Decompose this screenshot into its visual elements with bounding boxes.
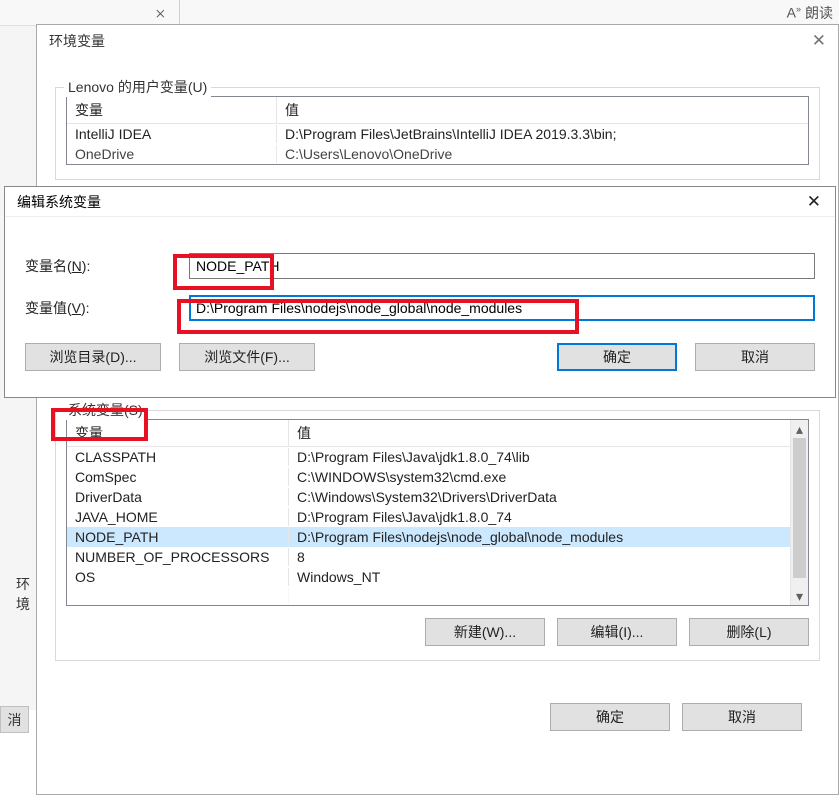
sys-edit-button[interactable]: 编辑(I)... bbox=[557, 618, 677, 646]
background-top-bar: A» 朗读 bbox=[0, 0, 839, 26]
sys-new-button[interactable]: 新建(W)... bbox=[425, 618, 545, 646]
sys-button-row: 新建(W)... 编辑(I)... 删除(L) bbox=[66, 618, 809, 646]
user-col-var[interactable]: 变量 bbox=[67, 97, 277, 123]
bg-cancel-fragment[interactable]: 消 bbox=[0, 706, 29, 733]
read-aloud-a-icon: A» bbox=[787, 4, 801, 21]
table-row[interactable]: NODE_PATHD:\Program Files\nodejs\node_gl… bbox=[67, 527, 790, 547]
table-row[interactable]: IntelliJ IDEA D:\Program Files\JetBrains… bbox=[67, 124, 808, 144]
sys-var-table[interactable]: 变量 值 CLASSPATHD:\Program Files\Java\jdk1… bbox=[66, 419, 809, 606]
sys-delete-button[interactable]: 删除(L) bbox=[689, 618, 809, 646]
scroll-track[interactable] bbox=[791, 438, 808, 587]
table-row[interactable]: CLASSPATHD:\Program Files\Java\jdk1.8.0_… bbox=[67, 447, 790, 467]
sys-table-header: 变量 值 bbox=[67, 420, 790, 447]
edit-dialog-title: 编辑系统变量 bbox=[17, 192, 101, 212]
table-row[interactable]: ComSpecC:\WINDOWS\system32\cmd.exe bbox=[67, 467, 790, 487]
env-titlebar: 环境变量 ✕ bbox=[37, 25, 838, 57]
bg-separator bbox=[179, 0, 180, 24]
user-var-table[interactable]: 变量 值 IntelliJ IDEA D:\Program Files\JetB… bbox=[66, 96, 809, 165]
env-dialog-title: 环境变量 bbox=[49, 31, 105, 51]
edit-titlebar: 编辑系统变量 ✕ bbox=[5, 187, 835, 217]
sys-scrollbar[interactable]: ▴ ▾ bbox=[790, 420, 808, 605]
system-variables-group: 系统变量(S) 变量 值 CLASSPATHD:\Program Files\J… bbox=[55, 410, 820, 661]
edit-button-row: 浏览目录(D)... 浏览文件(F)... 确定 取消 bbox=[25, 343, 815, 371]
scroll-down-icon[interactable]: ▾ bbox=[791, 587, 808, 605]
scroll-up-icon[interactable]: ▴ bbox=[791, 420, 808, 438]
edit-cancel-button[interactable]: 取消 bbox=[695, 343, 815, 371]
close-icon[interactable]: ✕ bbox=[803, 192, 825, 212]
browse-file-button[interactable]: 浏览文件(F)... bbox=[179, 343, 315, 371]
env-bottom-buttons: 确定 取消 bbox=[55, 685, 820, 731]
bg-left-fragment: 环境 消 bbox=[0, 574, 40, 733]
env-dialog-body: Lenovo 的用户变量(U) 变量 值 IntelliJ IDEA D:\Pr… bbox=[37, 57, 838, 745]
close-icon[interactable]: ✕ bbox=[808, 31, 830, 51]
bg-close-x[interactable]: × bbox=[155, 4, 166, 26]
var-value-input[interactable] bbox=[189, 295, 815, 321]
var-name-row: 变量名(N): bbox=[25, 253, 815, 279]
table-row[interactable]: NUMBER_OF_PROCESSORS8 bbox=[67, 547, 790, 567]
sys-table-rows: CLASSPATHD:\Program Files\Java\jdk1.8.0_… bbox=[67, 447, 790, 605]
edit-ok-button[interactable]: 确定 bbox=[557, 343, 677, 371]
var-value-row: 变量值(V): bbox=[25, 295, 815, 321]
user-table-header: 变量 值 bbox=[67, 97, 808, 124]
table-row[interactable]: OneDrive C:\Users\Lenovo\OneDrive bbox=[67, 144, 808, 164]
sys-col-var[interactable]: 变量 bbox=[67, 420, 289, 446]
sys-group-title: 系统变量(S) bbox=[64, 400, 147, 420]
table-row[interactable]: JAVA_HOMED:\Program Files\Java\jdk1.8.0_… bbox=[67, 507, 790, 527]
env-variables-dialog: 环境变量 ✕ Lenovo 的用户变量(U) 变量 值 IntelliJ IDE… bbox=[36, 24, 839, 795]
edit-body: 变量名(N): 变量值(V): 浏览目录(D)... 浏览文件(F)... 确定… bbox=[5, 217, 835, 385]
scroll-thumb[interactable] bbox=[793, 438, 806, 578]
edit-system-variable-dialog: 编辑系统变量 ✕ 变量名(N): 变量值(V): 浏览目录(D)... 浏览文件… bbox=[4, 186, 836, 398]
browse-dir-button[interactable]: 浏览目录(D)... bbox=[25, 343, 161, 371]
sys-col-val[interactable]: 值 bbox=[289, 420, 790, 446]
env-cancel-button[interactable]: 取消 bbox=[682, 703, 802, 731]
var-value-label: 变量值(V): bbox=[25, 298, 189, 318]
user-group-title: Lenovo 的用户变量(U) bbox=[64, 77, 211, 97]
table-row[interactable] bbox=[67, 587, 790, 605]
table-row[interactable]: DriverDataC:\Windows\System32\Drivers\Dr… bbox=[67, 487, 790, 507]
table-row[interactable]: OSWindows_NT bbox=[67, 567, 790, 587]
read-aloud-button[interactable]: A» 朗读 bbox=[787, 3, 833, 23]
user-table-rows: IntelliJ IDEA D:\Program Files\JetBrains… bbox=[67, 124, 808, 164]
read-aloud-label: 朗读 bbox=[805, 3, 833, 23]
bg-env-label: 环境 bbox=[0, 574, 40, 614]
user-col-val[interactable]: 值 bbox=[277, 97, 808, 123]
var-name-input[interactable] bbox=[189, 253, 815, 279]
var-name-label: 变量名(N): bbox=[25, 256, 189, 276]
env-ok-button[interactable]: 确定 bbox=[550, 703, 670, 731]
user-variables-group: Lenovo 的用户变量(U) 变量 值 IntelliJ IDEA D:\Pr… bbox=[55, 87, 820, 180]
